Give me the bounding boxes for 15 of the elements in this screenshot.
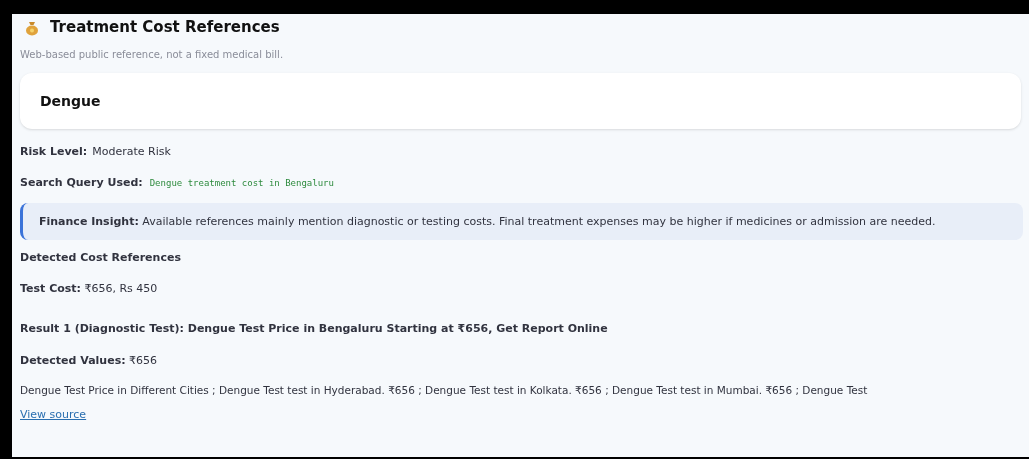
result-heading: Result 1 (Diagnostic Test): Dengue Test Price in Bengaluru Starting at ₹656, Get Report Online bbox=[20, 321, 609, 337]
section-title: Treatment Cost References bbox=[50, 17, 280, 39]
test-cost-text: Test Cost: ₹656, Rs 450 bbox=[20, 280, 159, 297]
field-label: Risk Level: bbox=[20, 144, 88, 161]
result-snippet: Dengue Test Price in Different Cities ; Dengue Test test in Hyderabad. ₹656 ; Dengue Test test in Kolkata. ₹656 ; Dengue Test test in Mumbai. ₹656 ; Dengue Test bbox=[20, 383, 869, 398]
section-heading: Detected Cost References bbox=[20, 250, 182, 266]
money-bag-icon bbox=[24, 19, 40, 36]
subtitle: Web-based public reference, not a fixed medical bill. bbox=[20, 48, 285, 62]
query-code: Dengue treatment cost in Bengaluru bbox=[149, 176, 334, 190]
view-source-link[interactable]: View source bbox=[20, 406, 87, 424]
disease-name: Dengue bbox=[40, 91, 101, 111]
detected-values-text: Detected Values: ₹656 bbox=[20, 352, 159, 369]
field-label: Search Query Used: bbox=[20, 175, 143, 192]
field-value: Moderate Risk bbox=[92, 144, 171, 161]
insight-text: Finance Insight: Available references mainly mention diagnostic or testing costs. Final treatment expenses may be higher if medicines or admission are needed. bbox=[39, 214, 937, 230]
